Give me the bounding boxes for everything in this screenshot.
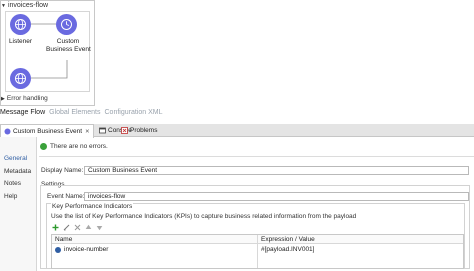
delete-icon[interactable]	[74, 224, 81, 231]
tab-global-elements[interactable]: Global Elements	[49, 109, 100, 116]
event-icon	[4, 128, 11, 135]
nav-metadata[interactable]: Metadata	[4, 168, 31, 175]
column-divider	[257, 235, 258, 268]
kpi-toolbar	[52, 224, 107, 231]
clock-icon	[61, 19, 72, 30]
nav-general[interactable]: General	[4, 155, 27, 162]
move-down-icon[interactable]	[96, 224, 103, 231]
tab-problems-label: Problems	[130, 127, 158, 134]
move-up-icon[interactable]	[85, 224, 92, 231]
kpi-icon	[55, 246, 61, 253]
problems-icon	[121, 127, 128, 134]
error-handling-section[interactable]: ▶ Error handling	[1, 95, 48, 102]
error-handling-label: Error handling	[6, 95, 48, 102]
tab-message-flow[interactable]: Message Flow	[0, 109, 45, 116]
tab-problems[interactable]: Problems	[118, 124, 160, 137]
kpi-row-expression[interactable]: #[payload.INV001]	[261, 246, 314, 253]
connector-event-to-target	[31, 60, 68, 79]
column-header-name[interactable]: Name	[55, 236, 72, 243]
column-header-expression[interactable]: Expression / Value	[261, 236, 315, 243]
tab-configuration-xml[interactable]: Configuration XML	[105, 109, 163, 116]
tab-custom-business-event[interactable]: Custom Business Event ✕	[0, 124, 94, 138]
status-text: There are no errors.	[50, 143, 108, 150]
properties-side-nav: General Metadata Notes Help	[0, 137, 37, 271]
nav-help[interactable]: Help	[4, 193, 17, 200]
editor-tabs: Message Flow Global Elements Configuration…	[0, 109, 166, 120]
properties-view-tabbar: Custom Business Event ✕ Console Problems	[0, 124, 474, 138]
display-name-input[interactable]: Custom Business Event	[84, 166, 469, 175]
edit-icon[interactable]	[63, 224, 70, 231]
event-name-input[interactable]: invoices-flow	[84, 192, 469, 201]
listener-node-label: Listener	[8, 38, 33, 45]
event-name-label: Event Name:	[47, 193, 85, 200]
expand-triangle-icon[interactable]: ▶	[1, 96, 5, 102]
globe-icon	[15, 73, 26, 84]
display-name-label: Display Name:	[41, 167, 84, 174]
globe-icon	[15, 19, 26, 30]
validation-status: There are no errors.	[40, 143, 108, 150]
divider	[39, 156, 474, 157]
kpi-row-name: invoice-number	[64, 246, 109, 253]
kpi-description: Use the list of Key Performance Indicato…	[51, 213, 357, 220]
kpi-table: Name Expression / Value invoice-number #…	[51, 234, 464, 269]
target-node[interactable]	[10, 68, 31, 89]
table-row[interactable]: invoice-number	[55, 246, 108, 253]
listener-node[interactable]	[10, 14, 31, 35]
tab-custom-business-event-label: Custom Business Event	[13, 128, 83, 135]
add-icon[interactable]	[52, 224, 59, 231]
kpi-heading: Key Performance Indicators	[51, 203, 134, 210]
close-icon[interactable]: ✕	[85, 129, 90, 135]
check-icon	[40, 143, 47, 150]
nav-notes[interactable]: Notes	[4, 180, 21, 187]
custom-business-event-node-label: Custom Business Event	[46, 38, 91, 53]
console-icon	[99, 127, 106, 134]
custom-business-event-node[interactable]	[56, 14, 77, 35]
